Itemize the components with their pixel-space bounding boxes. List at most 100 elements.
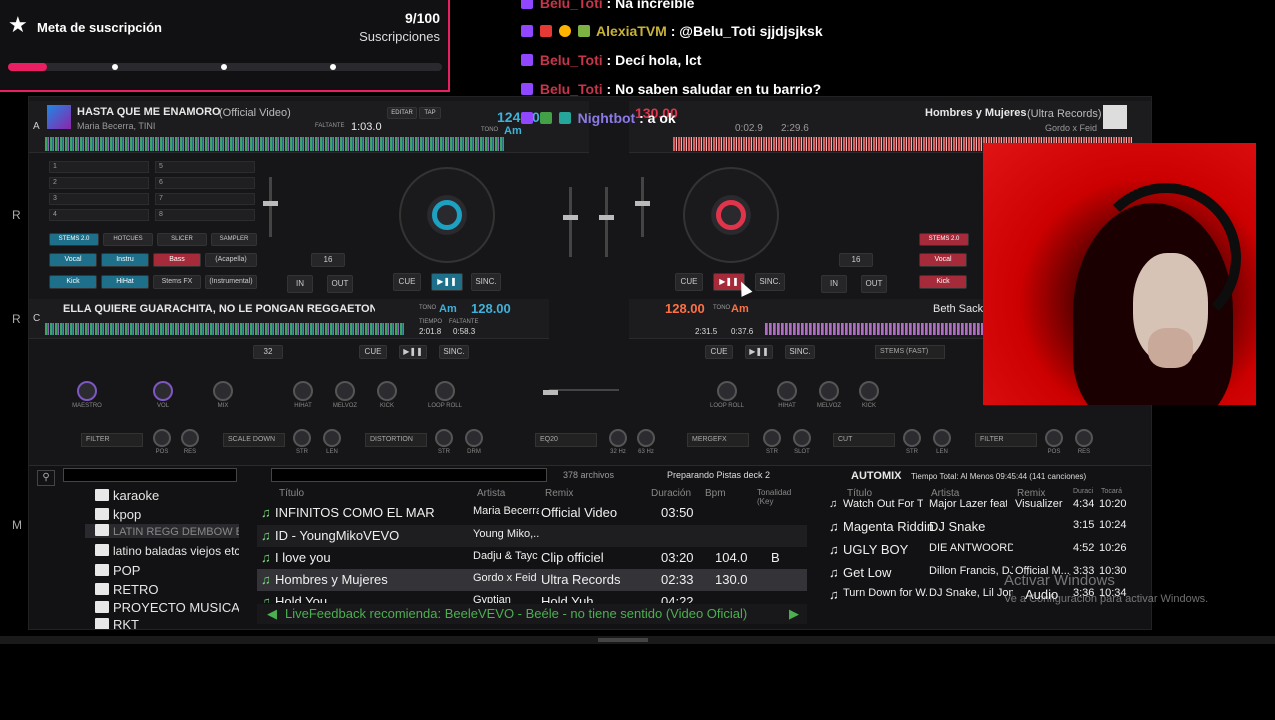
deck-d-cue-button[interactable]: CUE [705, 345, 733, 359]
deck-c-waveform[interactable] [45, 323, 405, 335]
folder-karaoke[interactable]: karaoke [95, 488, 159, 503]
stem-bass-button[interactable]: Bass [153, 253, 201, 267]
deck-d-waveform[interactable] [765, 323, 985, 335]
fx3-str-knob[interactable] [435, 429, 453, 447]
deck-a-loop-out-button[interactable]: OUT [327, 275, 353, 293]
col-remix[interactable]: Remix [545, 488, 573, 499]
stem-acapella-button[interactable]: (Acapella) [205, 253, 257, 267]
fx5-len-knob[interactable] [933, 429, 951, 447]
deck-b-cue-button[interactable]: CUE [675, 273, 703, 291]
tab-stems[interactable]: STEMS 2.0 [49, 233, 99, 246]
automix-col-time[interactable]: Tocará [1101, 488, 1122, 495]
fx5-str-knob[interactable] [903, 429, 921, 447]
deck-a-tap-button[interactable]: TAP [419, 107, 441, 119]
deck-a-pad-6[interactable]: 6 [155, 177, 255, 189]
automix-row[interactable]: ♫ UGLY BOY DIE ANTWOORD 4:52 10:26 [829, 539, 1129, 561]
fx4-str-knob[interactable] [763, 429, 781, 447]
track-row[interactable]: ♫ I love you Dadju & Tayc Clip officiel … [257, 547, 807, 569]
hihat-knob-right[interactable] [777, 381, 797, 401]
deck-a-sync-button[interactable]: SINC. [471, 273, 501, 291]
fx5-select[interactable]: CUT [833, 433, 895, 447]
fx4-select[interactable]: MERGEFX [687, 433, 749, 447]
fx1-select[interactable]: FILTER [81, 433, 143, 447]
col-bpm[interactable]: Bpm [705, 488, 726, 499]
deck-a-waveform[interactable] [45, 137, 505, 151]
deck-c-loop-size[interactable]: 32 [253, 345, 283, 359]
scrollbar-thumb[interactable] [598, 638, 648, 642]
fx6-select[interactable]: FILTER [975, 433, 1037, 447]
deck-a-pad-1[interactable]: 1 [49, 161, 149, 173]
channel-1-fader[interactable] [563, 187, 578, 257]
tab-slicer[interactable]: SLICER [157, 233, 207, 246]
deck-d-play-button[interactable]: ▶❚❚ [745, 345, 773, 359]
stem-hihat-button[interactable]: HiHat [101, 275, 149, 289]
deck-b-loop-in-button[interactable]: IN [821, 275, 847, 293]
folder-latin-regg[interactable]: LATIN REGG DEMBOW BR AF [85, 524, 239, 538]
tab-sampler[interactable]: SAMPLER [211, 233, 257, 246]
kick-knob-right[interactable] [859, 381, 879, 401]
stem-instru-button[interactable]: Instru [101, 253, 149, 267]
deck-d-sync-button[interactable]: SINC. [785, 345, 815, 359]
mix-knob[interactable] [213, 381, 233, 401]
deck-b-pitch-slider[interactable] [635, 177, 650, 237]
deck-b-jog-wheel[interactable] [683, 167, 779, 263]
deck-a-pitch-slider[interactable] [263, 177, 278, 237]
deck-c-play-button[interactable]: ▶❚❚ [399, 345, 427, 359]
deck-a-pad-7[interactable]: 7 [155, 193, 255, 205]
deck-a-pad-3[interactable]: 3 [49, 193, 149, 205]
horizontal-scrollbar[interactable] [0, 636, 1275, 644]
loop-roll-knob-left[interactable] [435, 381, 455, 401]
stem-kick-button[interactable]: Kick [49, 275, 97, 289]
track-row[interactable]: ♫ Hold You Gyptian Hold Yuh 04:22 [257, 591, 807, 603]
folder-proyecto-musical[interactable]: PROYECTO MUSICAL [95, 600, 239, 615]
fx2-len-knob[interactable] [323, 429, 341, 447]
deck-a-loop-in-button[interactable]: IN [287, 275, 313, 293]
deck-b-loop-out-button[interactable]: OUT [861, 275, 887, 293]
folder-search-input[interactable] [63, 468, 237, 482]
track-search-input[interactable] [271, 468, 547, 482]
search-icon[interactable]: ⚲ [37, 470, 55, 486]
melvoz-knob-right[interactable] [819, 381, 839, 401]
stem-fx-button[interactable]: Stems FX [153, 275, 201, 289]
track-row[interactable]: ♫ ID - YoungMikoVEVO Young Miko,... [257, 525, 807, 547]
deck-a-pad-8[interactable]: 8 [155, 209, 255, 221]
deck-a-jog-wheel[interactable] [399, 167, 495, 263]
deck-a-edit-button[interactable]: EDITAR [387, 107, 417, 119]
deck-a-loop-size[interactable]: 16 [311, 253, 345, 267]
deck-d-stems-select[interactable]: STEMS (FAST) [875, 345, 945, 359]
stem-instrumental-button[interactable]: (Instrumental) [205, 275, 257, 289]
kick-knob-left[interactable] [377, 381, 397, 401]
col-title[interactable]: Título [279, 488, 304, 499]
folder-pop[interactable]: POP [95, 563, 140, 578]
fx1-pos-knob[interactable] [153, 429, 171, 447]
deck-b-stem-kick-button[interactable]: Kick [919, 275, 967, 289]
deck-b-stem-vocal-button[interactable]: Vocal [919, 253, 967, 267]
col-artist[interactable]: Artista [477, 488, 505, 499]
deck-a-pad-4[interactable]: 4 [49, 209, 149, 221]
channel-2-fader[interactable] [599, 187, 614, 257]
automix-col-duration[interactable]: Duraci [1073, 488, 1093, 495]
folder-kpop[interactable]: kpop [95, 507, 141, 522]
fx6-pos-knob[interactable] [1045, 429, 1063, 447]
fx3-select[interactable]: DISTORTION [365, 433, 427, 447]
deck-a-pad-2[interactable]: 2 [49, 177, 149, 189]
folder-retro[interactable]: RETRO [95, 582, 159, 597]
deck-c-sync-button[interactable]: SINC. [439, 345, 469, 359]
folder-rkt[interactable]: RKT [95, 617, 139, 629]
loop-roll-knob-right[interactable] [717, 381, 737, 401]
fx2-select[interactable]: SCALE DOWN [223, 433, 285, 447]
hihat-knob-left[interactable] [293, 381, 313, 401]
melvoz-knob-left[interactable] [335, 381, 355, 401]
track-row-selected[interactable]: ♫ Hombres y Mujeres Gordo x Feid Ultra R… [257, 569, 807, 591]
fx1-res-knob[interactable] [181, 429, 199, 447]
automix-row[interactable]: ♫ Magenta Riddim DJ Snake 3:15 10:24 [829, 516, 1129, 538]
tab-hotcues[interactable]: HOTCUES [103, 233, 153, 246]
deck-a-play-button[interactable]: ▶❚❚ [431, 273, 463, 291]
deck-a-cue-button[interactable]: CUE [393, 273, 421, 291]
deck-a-pad-5[interactable]: 5 [155, 161, 255, 173]
deck-b-tab-stems[interactable]: STEMS 2.0 [919, 233, 969, 246]
folder-latino-baladas[interactable]: latino baladas viejos etc [95, 544, 239, 558]
fx3-drm-knob[interactable] [465, 429, 483, 447]
track-row[interactable]: ♫ INFINITOS COMO EL MAR Maria Becerra Of… [257, 502, 807, 524]
volume-knob[interactable] [153, 381, 173, 401]
